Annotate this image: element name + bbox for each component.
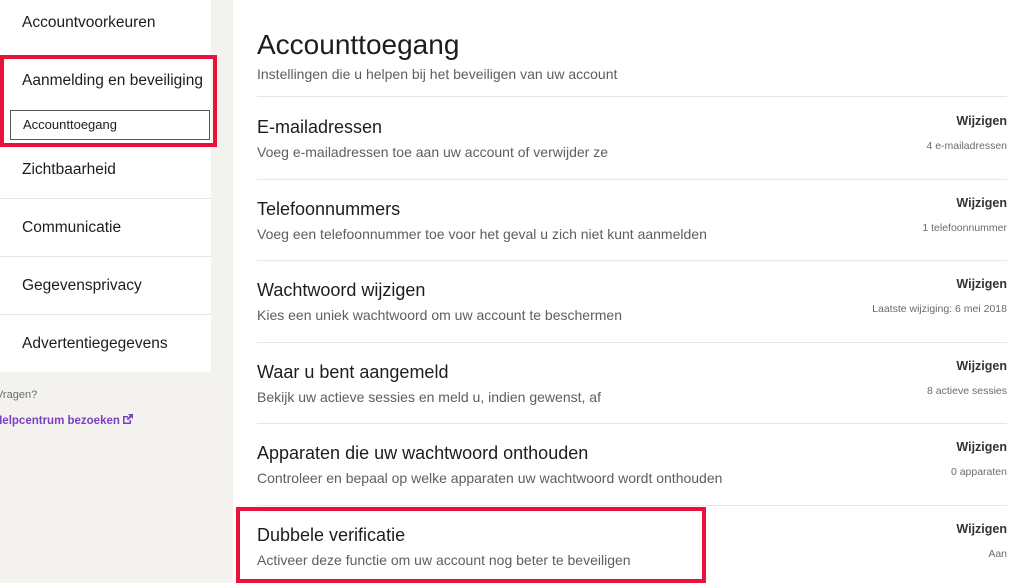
row-description: Kies een uniek wachtwoord om uw account … bbox=[257, 307, 622, 323]
sidebar-item-aanmelding-en-beveiliging[interactable]: Aanmelding en beveiliging bbox=[0, 62, 211, 104]
sidebar-item-label: Aanmelding en beveiliging bbox=[22, 72, 203, 89]
settings-row-devices[interactable]: Apparaten die uw wachtwoord onthouden Co… bbox=[257, 423, 1007, 505]
change-button[interactable]: Wijzigen bbox=[956, 440, 1007, 454]
settings-row-password[interactable]: Wachtwoord wijzigen Kies een uniek wacht… bbox=[257, 260, 1007, 342]
sidebar-item-label: Communicatie bbox=[22, 219, 122, 236]
row-status: 4 e-mailadressen bbox=[926, 140, 1007, 152]
row-title: Wachtwoord wijzigen bbox=[257, 280, 426, 300]
row-title: Telefoonnummers bbox=[257, 199, 401, 219]
sidebar-item-label: Accountvoorkeuren bbox=[22, 14, 156, 31]
main-panel: Accounttoegang Instellingen die u helpen… bbox=[233, 0, 1024, 583]
help-center-link-label: Helpcentrum bezoeken bbox=[0, 414, 120, 427]
external-link-icon bbox=[122, 413, 134, 428]
page-subtitle: Instellingen die u helpen bij het beveil… bbox=[257, 66, 618, 82]
change-button[interactable]: Wijzigen bbox=[956, 196, 1007, 210]
sidebar-item-gegevensprivacy[interactable]: Gegevensprivacy bbox=[0, 257, 211, 315]
row-title: Waar u bent aangemeld bbox=[257, 362, 449, 382]
change-button[interactable]: Wijzigen bbox=[956, 114, 1007, 128]
row-status: 8 actieve sessies bbox=[927, 385, 1007, 397]
sidebar-item-label: Advertentiegegevens bbox=[22, 335, 168, 352]
sidebar-item-zichtbaarheid[interactable]: Zichtbaarheid bbox=[0, 141, 211, 199]
settings-row-two-step-verification[interactable]: Dubbele verificatie Activeer deze functi… bbox=[257, 505, 1007, 583]
row-status: 1 telefoonnummer bbox=[922, 222, 1007, 234]
row-status: 0 apparaten bbox=[950, 466, 1007, 478]
row-description: Controleer en bepaal op welke apparaten … bbox=[257, 470, 723, 486]
sidebar-item-advertentiegegevens[interactable]: Advertentiegegevens bbox=[0, 315, 211, 373]
row-description: Bekijk uw actieve sessies en meld u, ind… bbox=[257, 389, 601, 405]
change-button[interactable]: Wijzigen bbox=[956, 359, 1007, 373]
settings-row-phone[interactable]: Telefoonnummers Voeg een telefoonnummer … bbox=[257, 179, 1007, 261]
row-description: Voeg een telefoonnummer toe voor het gev… bbox=[257, 226, 707, 242]
sidebar-item-communicatie[interactable]: Communicatie bbox=[0, 199, 211, 257]
row-description: Voeg e-mailadressen toe aan uw account o… bbox=[257, 144, 608, 160]
sidebar-subitem-accounttoegang[interactable]: Accounttoegang bbox=[10, 110, 210, 140]
row-title: Apparaten die uw wachtwoord onthouden bbox=[257, 443, 589, 463]
help-center-link[interactable]: Helpcentrum bezoeken bbox=[0, 413, 134, 428]
row-title: E-mailadressen bbox=[257, 117, 383, 137]
settings-row-sessions[interactable]: Waar u bent aangemeld Bekijk uw actieve … bbox=[257, 342, 1007, 424]
sidebar-item-label: Zichtbaarheid bbox=[22, 161, 116, 178]
row-status: Laatste wijziging: 6 mei 2018 bbox=[872, 303, 1007, 315]
page-title: Accounttoegang bbox=[257, 29, 460, 60]
questions-label: Vragen? bbox=[0, 389, 38, 401]
change-button[interactable]: Wijzigen bbox=[956, 277, 1007, 291]
settings-row-email[interactable]: E-mailadressen Voeg e-mailadressen toe a… bbox=[257, 97, 1007, 179]
settings-sidebar: Accountvoorkeuren Aanmelding en beveilig… bbox=[0, 0, 211, 372]
sidebar-item-label: Gegevensprivacy bbox=[22, 277, 142, 294]
sidebar-item-accountvoorkeuren[interactable]: Accountvoorkeuren bbox=[0, 0, 211, 48]
row-status: Aan bbox=[988, 548, 1007, 560]
row-description: Activeer deze functie om uw account nog … bbox=[257, 552, 631, 568]
change-button[interactable]: Wijzigen bbox=[956, 522, 1007, 536]
sidebar-subitem-label: Accounttoegang bbox=[23, 117, 117, 132]
row-title: Dubbele verificatie bbox=[257, 525, 406, 545]
